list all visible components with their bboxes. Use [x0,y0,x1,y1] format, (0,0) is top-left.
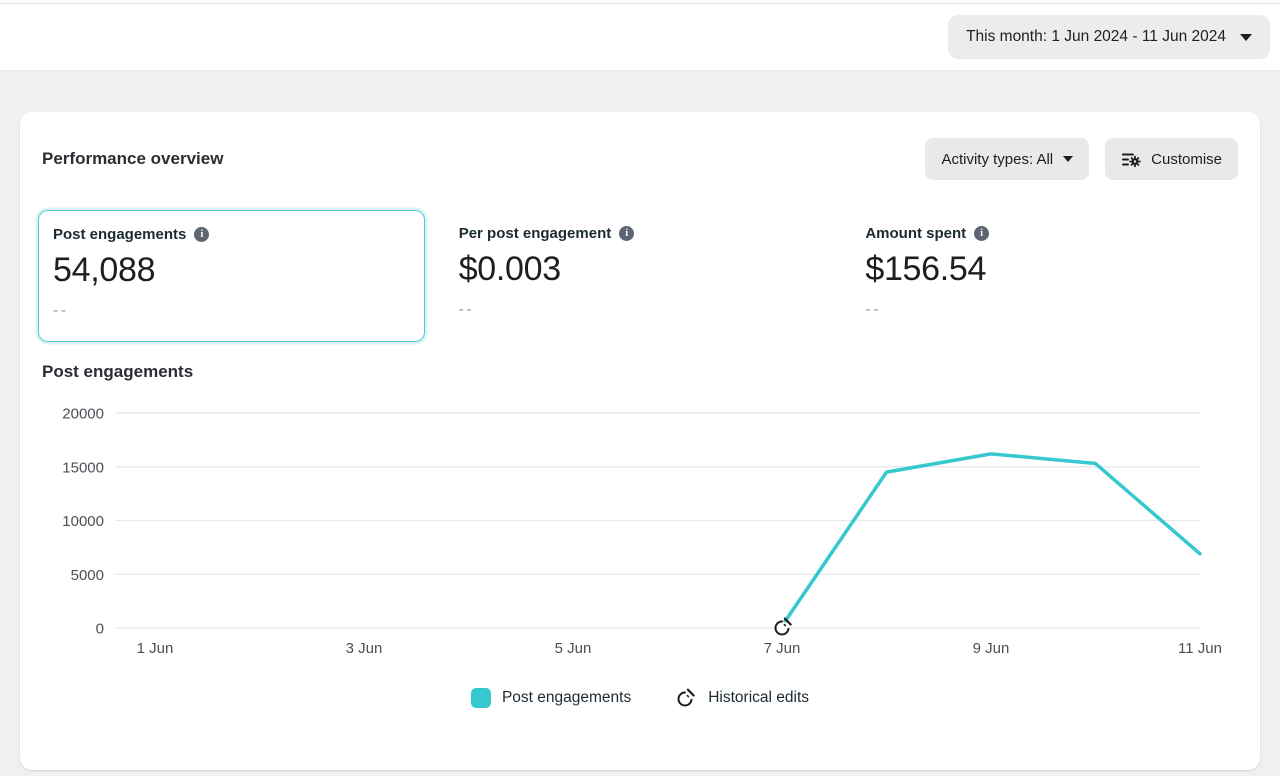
customise-icon [1121,149,1141,169]
metric-comparison: -- [865,301,882,318]
metric-post-engagements[interactable]: Post engagements 54,088 -- [38,210,425,342]
engagements-chart: 0 5000 10000 15000 20000 1 Jun 3 Jun 5 Jun 7 Jun… [42,398,1238,671]
metric-comparison: -- [53,302,69,319]
legend-label: Historical edits [708,689,810,706]
card-header: Performance overview Activity types: All [42,138,1238,180]
y-tick-label: 0 [96,621,104,638]
metric-label: Per post engagement [458,225,612,242]
x-tick-label: 11 Jun [1178,640,1222,657]
legend-item-post-engagements: Post engagements [470,688,632,708]
metric-per-post-engagement[interactable]: Per post engagement $0.003 -- [445,210,832,342]
date-range-label: This month: 1 Jun 2024 - 11 Jun 2024 [966,28,1226,45]
performance-overview-card: Performance overview Activity types: All [20,112,1260,770]
x-tick-label: 9 Jun [973,640,1010,657]
activity-types-dropdown[interactable]: Activity types: All [925,138,1090,180]
chevron-down-icon [1063,156,1074,162]
metric-cards-row: Post engagements 54,088 -- Per post enga… [38,210,1238,342]
info-icon[interactable] [974,226,990,241]
y-tick-label: 20000 [62,406,104,423]
historical-edits-icon [675,687,697,709]
chevron-down-icon [1240,33,1252,41]
engagements-chart-svg: 0 5000 10000 15000 20000 1 Jun 3 Jun 5 Jun 7 Jun… [62,406,1222,658]
activity-types-label: Activity types: All [941,150,1054,168]
metric-label: Post engagements [53,226,187,243]
chart-title: Post engagements [42,362,194,381]
historical-edit-icon [677,688,696,707]
info-icon[interactable] [194,227,210,242]
engagements-line [780,452,1202,628]
date-range-selector[interactable]: This month: 1 Jun 2024 - 11 Jun 2024 [948,15,1270,59]
info-icon[interactable] [619,226,635,241]
y-tick-label: 10000 [62,513,104,530]
customise-label: Customise [1151,150,1222,168]
metric-amount-spent[interactable]: Amount spent $156.54 -- [851,210,1238,342]
chart-legend: Post engagements Historical edits [42,687,1238,709]
metric-label: Amount spent [865,225,967,242]
metric-value: 54,088 [53,251,156,289]
y-tick-label: 5000 [71,567,104,584]
legend-item-historical-edits: Historical edits [675,687,809,709]
x-tick-label: 3 Jun [346,640,383,657]
metric-value: $156.54 [865,250,987,288]
metric-value: $0.003 [458,250,562,288]
header-actions: Activity types: All Customise [925,138,1238,180]
customise-button[interactable]: Customise [1105,138,1238,180]
legend-label: Post engagements [501,689,632,706]
y-tick-label: 15000 [62,459,104,476]
page-title: Performance overview [42,149,224,168]
historical-edit-icon [774,617,792,636]
metric-comparison: -- [458,301,475,318]
x-tick-label: 1 Jun [137,640,174,657]
page-body: Performance overview Activity types: All [0,71,1280,770]
post-engagements-swatch-icon [470,688,491,708]
x-tick-label: 5 Jun [555,640,592,657]
x-tick-label: 7 Jun [764,640,801,657]
top-bar: This month: 1 Jun 2024 - 11 Jun 2024 [0,0,1280,71]
